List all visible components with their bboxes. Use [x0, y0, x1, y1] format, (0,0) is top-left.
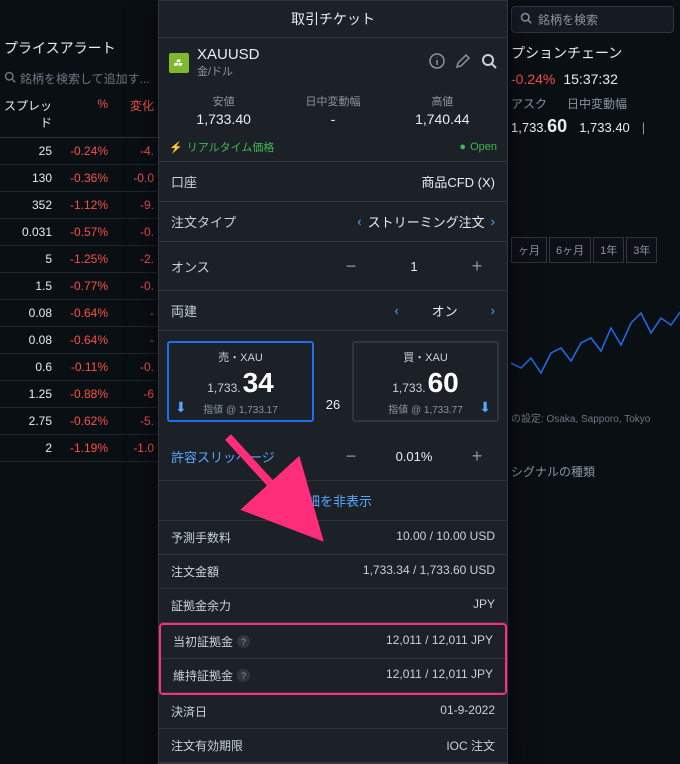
status-dot-icon: ● [459, 141, 466, 153]
gold-icon [169, 53, 189, 73]
expiry-label: 注文有効期限 [171, 737, 243, 754]
high-value: 1,740.44 [388, 111, 497, 127]
amount-value: 1,733.34 / 1,733.60 USD [363, 563, 495, 580]
chevron-left-icon[interactable]: ‹ [357, 214, 361, 229]
bolt-icon: ⚡ [169, 141, 183, 154]
help-icon[interactable]: ? [237, 669, 250, 682]
range-label: 日中変動幅 [278, 93, 387, 109]
price-alert-title: プライスアラート [0, 30, 160, 66]
table-row[interactable]: 352-1.12%-9. [0, 192, 160, 219]
alert-table-header: スプレッド % 変化 [0, 91, 160, 138]
timeframe-tabs: ヶ月 6ヶ月 1年 3年 [511, 237, 674, 263]
signal-label: シグナルの種類 [511, 463, 674, 480]
option-chain-title: プションチェーン [511, 43, 674, 63]
spread-value: 26 [318, 397, 348, 412]
amount-label: 注文金額 [171, 563, 219, 580]
alert-search-input[interactable]: 銘柄を検索して追加す... [0, 66, 160, 91]
table-row[interactable]: 5-1.25%-2. [0, 246, 160, 273]
table-row[interactable]: 130-0.36%-0.0 [0, 165, 160, 192]
edit-icon[interactable] [455, 53, 471, 72]
low-value: 1,733.40 [169, 111, 278, 127]
slip-decrease-button[interactable]: − [333, 442, 369, 470]
settle-date-value: 01-9-2022 [440, 703, 495, 720]
table-row[interactable]: 2.75-0.62%-5. [0, 408, 160, 435]
ticket-title: 取引チケット [159, 1, 507, 38]
price-chart[interactable]: の設定: Osaka, Sapporo, Tokyo [511, 283, 674, 433]
slippage-stepper: − 0.01% + [333, 442, 495, 470]
order-type-label: 注文タイプ [171, 212, 357, 231]
tab-6m[interactable]: 6ヶ月 [549, 237, 591, 263]
realtime-label: リアルタイム価格 [187, 139, 275, 155]
arrow-down-icon: ⬇ [479, 399, 491, 416]
right-panel: 銘柄を検索 プションチェーン -0.24% 15:37:32 アスク 日中変動幅… [505, 0, 680, 486]
sell-button[interactable]: 売・XAU 1,733. 34 指値 @ 1,733.17 ⬇ [167, 341, 314, 422]
slippage-input[interactable]: 0.01% [369, 449, 459, 464]
tab-1y[interactable]: 1年 [593, 237, 624, 263]
quantity-input[interactable]: 1 [369, 259, 459, 274]
table-row[interactable]: 0.6-0.11%-0. [0, 354, 160, 381]
margin-avail-value: JPY [473, 597, 495, 614]
change-percent: -0.24% [511, 71, 555, 87]
account-select[interactable]: 商品CFD (X) [421, 172, 495, 191]
chevron-left-icon[interactable]: ‹ [394, 303, 398, 318]
init-margin-value: 12,011 / 12,011 JPY [386, 633, 493, 650]
range-value: - [278, 111, 387, 127]
quantity-stepper: − 1 + [333, 252, 495, 280]
maint-margin-value: 12,011 / 12,011 JPY [386, 667, 493, 684]
maint-margin-label: 維持証拠金 ? [173, 667, 250, 684]
expiry-value: IOC 注文 [446, 737, 495, 754]
detail-toggle-button[interactable]: 詳細を非表示 [159, 481, 507, 521]
account-label: 口座 [171, 172, 421, 191]
trade-ticket-modal: 取引チケット XAUUSD 金/ドル 安値 1,733.40 日中変動幅 [158, 0, 508, 764]
arrow-down-icon: ⬇ [175, 399, 187, 416]
hedge-label: 両建 [171, 301, 394, 320]
qty-decrease-button[interactable]: − [333, 252, 369, 280]
table-row[interactable]: 1.5-0.77%-0. [0, 273, 160, 300]
fee-value: 10.00 / 10.00 USD [396, 529, 495, 546]
price-alert-panel: プライスアラート 銘柄を検索して追加す... スプレッド % 変化 25-0.2… [0, 30, 160, 462]
search-icon [520, 12, 532, 27]
table-row[interactable]: 0.031-0.57%-0. [0, 219, 160, 246]
table-row[interactable]: 25-0.24%-4. [0, 138, 160, 165]
tab-3y[interactable]: 3年 [626, 237, 657, 263]
init-margin-label: 当初証拠金 ? [173, 633, 250, 650]
table-row[interactable]: 0.08-0.64%- [0, 300, 160, 327]
order-type-select[interactable]: ‹ ストリーミング注文 › [357, 212, 495, 231]
fee-label[interactable]: 予測手数料 [171, 529, 231, 546]
info-icon[interactable] [429, 53, 445, 72]
table-row[interactable]: 0.08-0.64%- [0, 327, 160, 354]
qty-increase-button[interactable]: + [459, 252, 495, 280]
market-status: Open [470, 141, 497, 153]
symbol-sub: 金/ドル [197, 63, 421, 79]
help-icon[interactable]: ? [237, 635, 250, 648]
settle-date-label: 決済日 [171, 703, 207, 720]
chevron-right-icon[interactable]: › [491, 214, 495, 229]
high-label: 高値 [388, 93, 497, 109]
chevron-right-icon[interactable]: › [491, 303, 495, 318]
table-row[interactable]: 1.25-0.88%-6 [0, 381, 160, 408]
tab-1m[interactable]: ヶ月 [511, 237, 547, 263]
margin-avail-label: 証拠金余力 [171, 597, 231, 614]
chart-timezone-note: の設定: Osaka, Sapporo, Tokyo [511, 410, 674, 425]
search-icon [4, 71, 16, 86]
low-label: 安値 [169, 93, 278, 109]
hedge-toggle[interactable]: ‹ オン › [394, 301, 495, 320]
buy-button[interactable]: 買・XAU 1,733. 60 指値 @ 1,733.77 ⬇ [352, 341, 499, 422]
timestamp: 15:37:32 [563, 71, 618, 87]
slippage-label[interactable]: 許容スリッページ [171, 447, 333, 466]
slip-increase-button[interactable]: + [459, 442, 495, 470]
symbol-search-input[interactable]: 銘柄を検索 [511, 6, 674, 33]
symbol-name: XAUUSD [197, 46, 421, 63]
table-row[interactable]: 2-1.19%-1.0 [0, 435, 160, 462]
quantity-label: オンス [171, 257, 333, 276]
search-icon[interactable] [481, 53, 497, 72]
